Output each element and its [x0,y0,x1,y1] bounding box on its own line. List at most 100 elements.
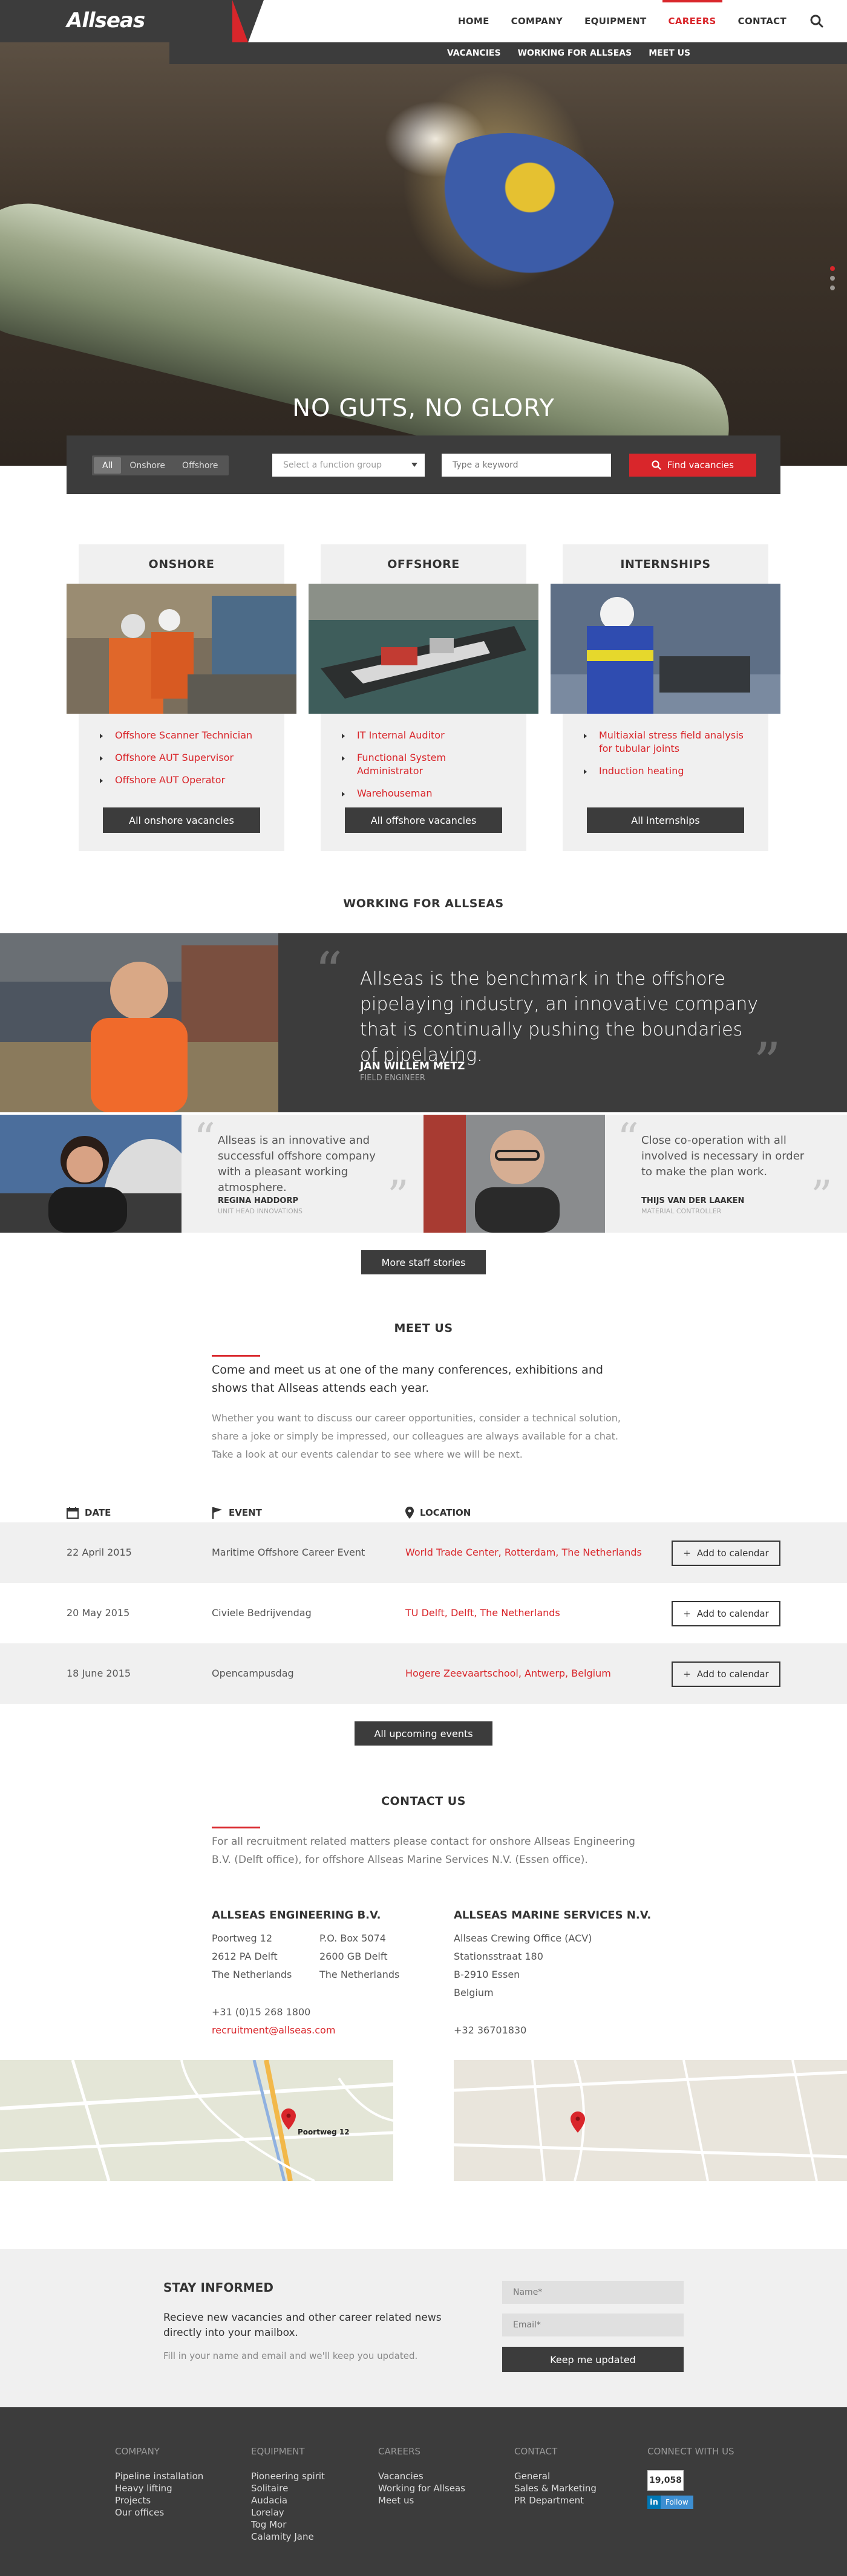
onshore-photo [67,584,296,714]
vacancy-link[interactable]: Offshore AUT Supervisor [100,751,266,765]
footer-link[interactable]: Meet us [378,2494,465,2506]
footer-link[interactable]: Solitaire [251,2482,325,2494]
hero-slider-dots [830,266,835,290]
more-staff-stories-button[interactable]: More staff stories [361,1250,486,1274]
function-group-placeholder: Select a function group [283,460,382,470]
all-internships-button[interactable]: All internships [587,807,744,833]
slider-dot[interactable] [830,266,835,271]
footer-link[interactable]: PR Department [514,2494,597,2506]
footer-link[interactable]: Sales & Marketing [514,2482,597,2494]
name-input[interactable] [502,2281,684,2304]
footer-link[interactable]: Heavy lifting [115,2482,203,2494]
segment-onshore[interactable]: Onshore [121,457,174,474]
footer-column-careers: CAREERS Vacancies Working for Allseas Me… [378,2446,465,2506]
segment-all[interactable]: All [94,457,122,474]
nav-contact[interactable]: CONTACT [727,0,797,42]
welder-shape [399,133,617,315]
footer-link[interactable]: Our offices [115,2506,203,2519]
quote-open-icon: “ [315,941,343,1004]
column-title: INTERNSHIPS [620,557,711,571]
linkedin-follow-button[interactable]: in Follow [647,2496,734,2509]
segment-offshore[interactable]: Offshore [174,457,226,474]
staff-quote: Allseas is the benchmark in the offshore… [360,968,759,1066]
slider-dot[interactable] [830,276,835,281]
footer-column-title: CAREERS [378,2446,421,2457]
nav-careers[interactable]: CAREERS [658,0,727,42]
address-line: Belgium [454,1987,494,1998]
search-icon[interactable] [805,9,829,33]
portrait-thijs-van-der-laaken [424,1115,605,1233]
working-title: WORKING FOR ALLSEAS [343,897,504,910]
event-date: 22 April 2015 [67,1547,132,1558]
newsletter-section: STAY INFORMED Recieve new vacancies and … [0,2249,847,2407]
add-to-calendar-label: Add to calendar [696,1608,769,1619]
event-row: 20 May 2015 Civiele Bedrijvendag TU Delf… [0,1583,847,1643]
event-name: Civiele Bedrijvendag [212,1607,312,1619]
staff-name: THIJS VAN DER LAAKEN [641,1196,745,1205]
vacancy-link[interactable]: Induction heating [584,765,750,778]
date-header: DATE [67,1507,111,1519]
vacancy-list: IT Internal Auditor Functional System Ad… [342,729,508,809]
event-header: EVENT [212,1507,262,1519]
footer-link[interactable]: Lorelay [251,2506,325,2519]
event-header-label: EVENT [229,1507,262,1518]
recruitment-email-link[interactable]: recruitment@allseas.com [212,2021,335,2040]
keyword-input[interactable] [442,454,611,477]
vacancy-column-internships: INTERNSHIPS Multiaxial stress field anal… [551,544,780,851]
function-group-select[interactable]: Select a function group [272,454,425,477]
footer-link[interactable]: Working for Allseas [378,2482,465,2494]
footer-link[interactable]: Pipeline installation [115,2470,203,2482]
vacancy-link[interactable]: Offshore Scanner Technician [100,729,266,742]
staff-story-main: “ Allseas is the benchmark in the offsho… [0,933,847,1112]
pipe-shape [0,189,743,466]
footer-link[interactable]: Pioneering spirit [251,2470,325,2482]
engineering-phone: +31 (0)15 268 1800 [212,2006,311,2018]
footer-link[interactable]: Calamity Jane [251,2531,325,2543]
event-location[interactable]: TU Delft, Delft, The Netherlands [405,1607,560,1619]
all-onshore-button[interactable]: All onshore vacancies [103,807,260,833]
nav-home[interactable]: HOME [447,0,500,42]
engineering-postal: P.O. Box 5074 2600 GB Delft The Netherla… [319,1929,399,1984]
vacancy-link[interactable]: Warehouseman [342,787,508,800]
map-essen[interactable] [454,2060,847,2181]
flag-icon [212,1507,222,1519]
vacancy-link[interactable]: Multiaxial stress field analysis for tub… [584,729,750,755]
add-to-calendar-button[interactable]: + Add to calendar [672,1601,780,1626]
all-upcoming-events-button[interactable]: All upcoming events [355,1721,492,1746]
event-location[interactable]: World Trade Center, Rotterdam, The Nethe… [405,1547,642,1558]
hero-title: NO GUTS, NO GLORY [292,394,555,422]
staff-name: JAN WILLEM METZ [360,1060,465,1072]
email-input[interactable] [502,2314,684,2336]
slider-dot[interactable] [830,285,835,290]
vacancy-list: Offshore Scanner Technician Offshore AUT… [100,729,266,796]
allseas-logo[interactable]: Allseas [67,8,145,33]
footer-link[interactable]: Tog Mor [251,2519,325,2531]
subnav-working-for-allseas[interactable]: WORKING FOR ALLSEAS [509,48,641,58]
vacancy-link[interactable]: Offshore AUT Operator [100,774,266,787]
footer-column-contact: CONTACT General Sales & Marketing PR Dep… [514,2446,597,2506]
subnav-vacancies[interactable]: VACANCIES [439,48,509,58]
add-to-calendar-label: Add to calendar [696,1669,769,1680]
footer-column-connect: CONNECT WITH US 19,058 in Follow [647,2446,734,2509]
add-to-calendar-button[interactable]: + Add to calendar [672,1661,780,1687]
nav-equipment[interactable]: EQUIPMENT [574,0,657,42]
footer-link[interactable]: Projects [115,2494,203,2506]
keep-me-updated-button[interactable]: Keep me updated [502,2347,684,2372]
vacancy-link[interactable]: Functional System Administrator [342,751,508,778]
subnav-meet-us[interactable]: MEET US [640,48,699,58]
footer: COMPANY Pipeline installation Heavy lift… [0,2407,847,2576]
footer-link[interactable]: Audacia [251,2494,325,2506]
event-location[interactable]: Hogere Zeevaartschool, Antwerp, Belgium [405,1668,611,1679]
footer-link[interactable]: Vacancies [378,2470,465,2482]
newsletter-title: STAY INFORMED [163,2280,273,2295]
find-vacancies-button[interactable]: Find vacancies [629,454,756,477]
vacancy-link[interactable]: IT Internal Auditor [342,729,508,742]
staff-name: REGINA HADDORP [218,1196,298,1205]
footer-link[interactable]: General [514,2470,597,2482]
add-to-calendar-button[interactable]: + Add to calendar [672,1541,780,1566]
nav-company[interactable]: COMPANY [500,0,574,42]
map-delft[interactable]: Poortweg 12 [0,2060,393,2181]
all-offshore-button[interactable]: All offshore vacancies [345,807,502,833]
engineering-address: Poortweg 12 2612 PA Delft The Netherland… [212,1929,292,1984]
find-vacancies-label: Find vacancies [667,460,734,471]
